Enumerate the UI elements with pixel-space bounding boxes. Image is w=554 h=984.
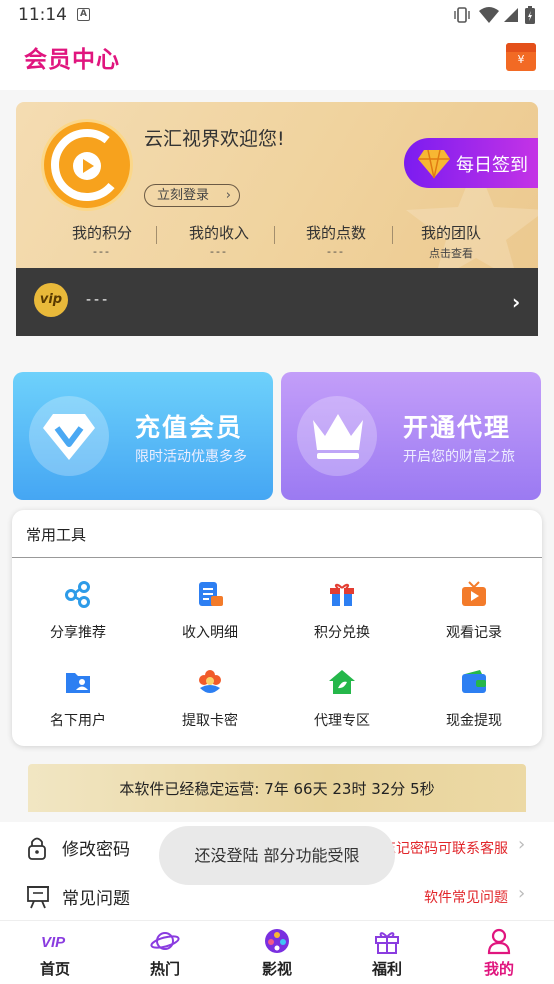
tool-label: 名下用户 xyxy=(50,713,106,729)
stat-credits[interactable]: 我的点数 --- xyxy=(281,222,391,258)
tool-label: 积分兑换 xyxy=(314,625,370,641)
row-hint: 忘记密码可联系客服 xyxy=(382,841,508,857)
vip-status: --- xyxy=(86,292,111,308)
battery-icon xyxy=(525,6,535,24)
login-button[interactable]: 立刻登录 › xyxy=(144,184,240,207)
red-packet-icon[interactable]: ¥ xyxy=(506,43,536,71)
checkin-label: 每日签到 xyxy=(456,155,528,176)
divider xyxy=(156,226,157,244)
vibrate-icon xyxy=(454,7,470,23)
login-label: 立刻登录 xyxy=(157,188,210,203)
toast-message: 还没登陆 部分功能受限 xyxy=(159,826,395,885)
nav-hot[interactable]: 热门 xyxy=(110,928,220,979)
lock-icon xyxy=(28,837,46,860)
film-reel-icon xyxy=(265,929,289,953)
tool-watch-history[interactable]: 观看记录 xyxy=(408,580,540,642)
cloud-play-logo-icon xyxy=(51,129,123,201)
avatar[interactable] xyxy=(44,122,130,208)
nav-label: 热门 xyxy=(149,960,180,978)
tools-title: 常用工具 xyxy=(26,526,87,544)
bill-icon xyxy=(199,582,223,606)
stat-team[interactable]: 我的团队 点击查看 xyxy=(396,222,506,261)
share-icon xyxy=(65,581,90,608)
easel-icon xyxy=(27,886,49,909)
stat-label: 我的积分 xyxy=(71,224,132,242)
red-packet-glyph: ¥ xyxy=(517,53,525,66)
tool-label: 分享推荐 xyxy=(50,625,106,641)
person-icon xyxy=(487,928,511,955)
tool-extract-card[interactable]: 提取卡密 xyxy=(144,668,276,730)
nav-mine[interactable]: 我的 xyxy=(444,928,554,979)
stat-label: 我的收入 xyxy=(188,224,249,242)
divider xyxy=(392,226,393,244)
chevron-right-icon[interactable]: › xyxy=(512,290,520,314)
chevron-right-icon: › xyxy=(518,883,526,904)
stat-label: 我的团队 xyxy=(420,224,481,242)
promo-subtitle: 开启您的财富之旅 xyxy=(403,449,515,465)
svg-text:VIP: VIP xyxy=(41,934,66,949)
chevron-right-icon: › xyxy=(518,834,526,855)
tool-label: 提取卡密 xyxy=(182,713,238,729)
promo-title: 充值会员 xyxy=(135,413,244,442)
tool-share[interactable]: 分享推荐 xyxy=(12,580,144,642)
tool-income-detail[interactable]: 收入明细 xyxy=(144,580,276,642)
planet-icon xyxy=(150,932,180,950)
status-time: 11:14 xyxy=(18,5,67,25)
stat-value: --- xyxy=(210,245,228,258)
notification-a-icon: A xyxy=(77,8,90,21)
nav-label: 首页 xyxy=(39,960,70,978)
stat-points[interactable]: 我的积分 --- xyxy=(47,222,157,258)
stat-value: 点击查看 xyxy=(429,247,473,260)
promo-subtitle: 限时活动优惠多多 xyxy=(135,449,247,465)
nav-label: 影视 xyxy=(261,960,292,978)
tool-label: 收入明细 xyxy=(182,625,238,641)
tool-label: 现金提现 xyxy=(446,713,502,729)
row-label: 常见问题 xyxy=(62,889,130,909)
tool-label: 观看记录 xyxy=(446,625,502,641)
wifi-icon xyxy=(479,7,499,23)
stat-value: --- xyxy=(327,245,345,258)
open-agent-card[interactable]: 开通代理 开启您的财富之旅 xyxy=(281,372,541,500)
tv-icon xyxy=(462,581,486,606)
runtime-text: 本软件已经稳定运营: 7年 66天 23时 32分 5秒 xyxy=(119,780,435,798)
nav-label: 福利 xyxy=(371,960,402,978)
promo-title: 开通代理 xyxy=(403,413,512,442)
divider xyxy=(12,557,542,558)
signal-icon xyxy=(504,8,518,22)
recharge-vip-card[interactable]: 充值会员 限时活动优惠多多 xyxy=(13,372,273,500)
vip-text-icon: VIP xyxy=(41,934,66,949)
tool-points-exchange[interactable]: 积分兑换 xyxy=(276,580,408,642)
nav-label: 我的 xyxy=(483,960,514,978)
crown-icon xyxy=(313,414,363,459)
tool-cash-withdraw[interactable]: 现金提现 xyxy=(408,668,540,730)
diamond-v-icon xyxy=(43,414,95,460)
row-label: 修改密码 xyxy=(62,840,130,860)
tool-label: 代理专区 xyxy=(314,713,370,729)
divider xyxy=(274,226,275,244)
stat-value: --- xyxy=(93,245,111,258)
chevron-right-icon: › xyxy=(225,188,231,203)
diamond-icon xyxy=(418,149,450,179)
vip-badge-icon: vip xyxy=(34,283,68,317)
gift-box-icon xyxy=(375,932,399,954)
user-folder-icon xyxy=(66,673,90,693)
nav-home[interactable]: VIP 首页 xyxy=(0,928,110,979)
tool-my-users[interactable]: 名下用户 xyxy=(12,668,144,730)
welcome-text: 云汇视界欢迎您! xyxy=(144,128,285,150)
row-hint: 软件常见问题 xyxy=(424,890,508,906)
gift-icon xyxy=(330,583,354,606)
flower-icon xyxy=(199,670,221,693)
page-title: 会员中心 xyxy=(24,47,120,73)
stat-income[interactable]: 我的收入 --- xyxy=(164,222,274,258)
nav-movies[interactable]: 影视 xyxy=(222,928,332,979)
nav-welfare[interactable]: 福利 xyxy=(332,928,442,979)
house-icon xyxy=(329,670,355,694)
wallet-icon xyxy=(462,670,486,693)
stat-label: 我的点数 xyxy=(305,224,366,242)
tool-agent-zone[interactable]: 代理专区 xyxy=(276,668,408,730)
